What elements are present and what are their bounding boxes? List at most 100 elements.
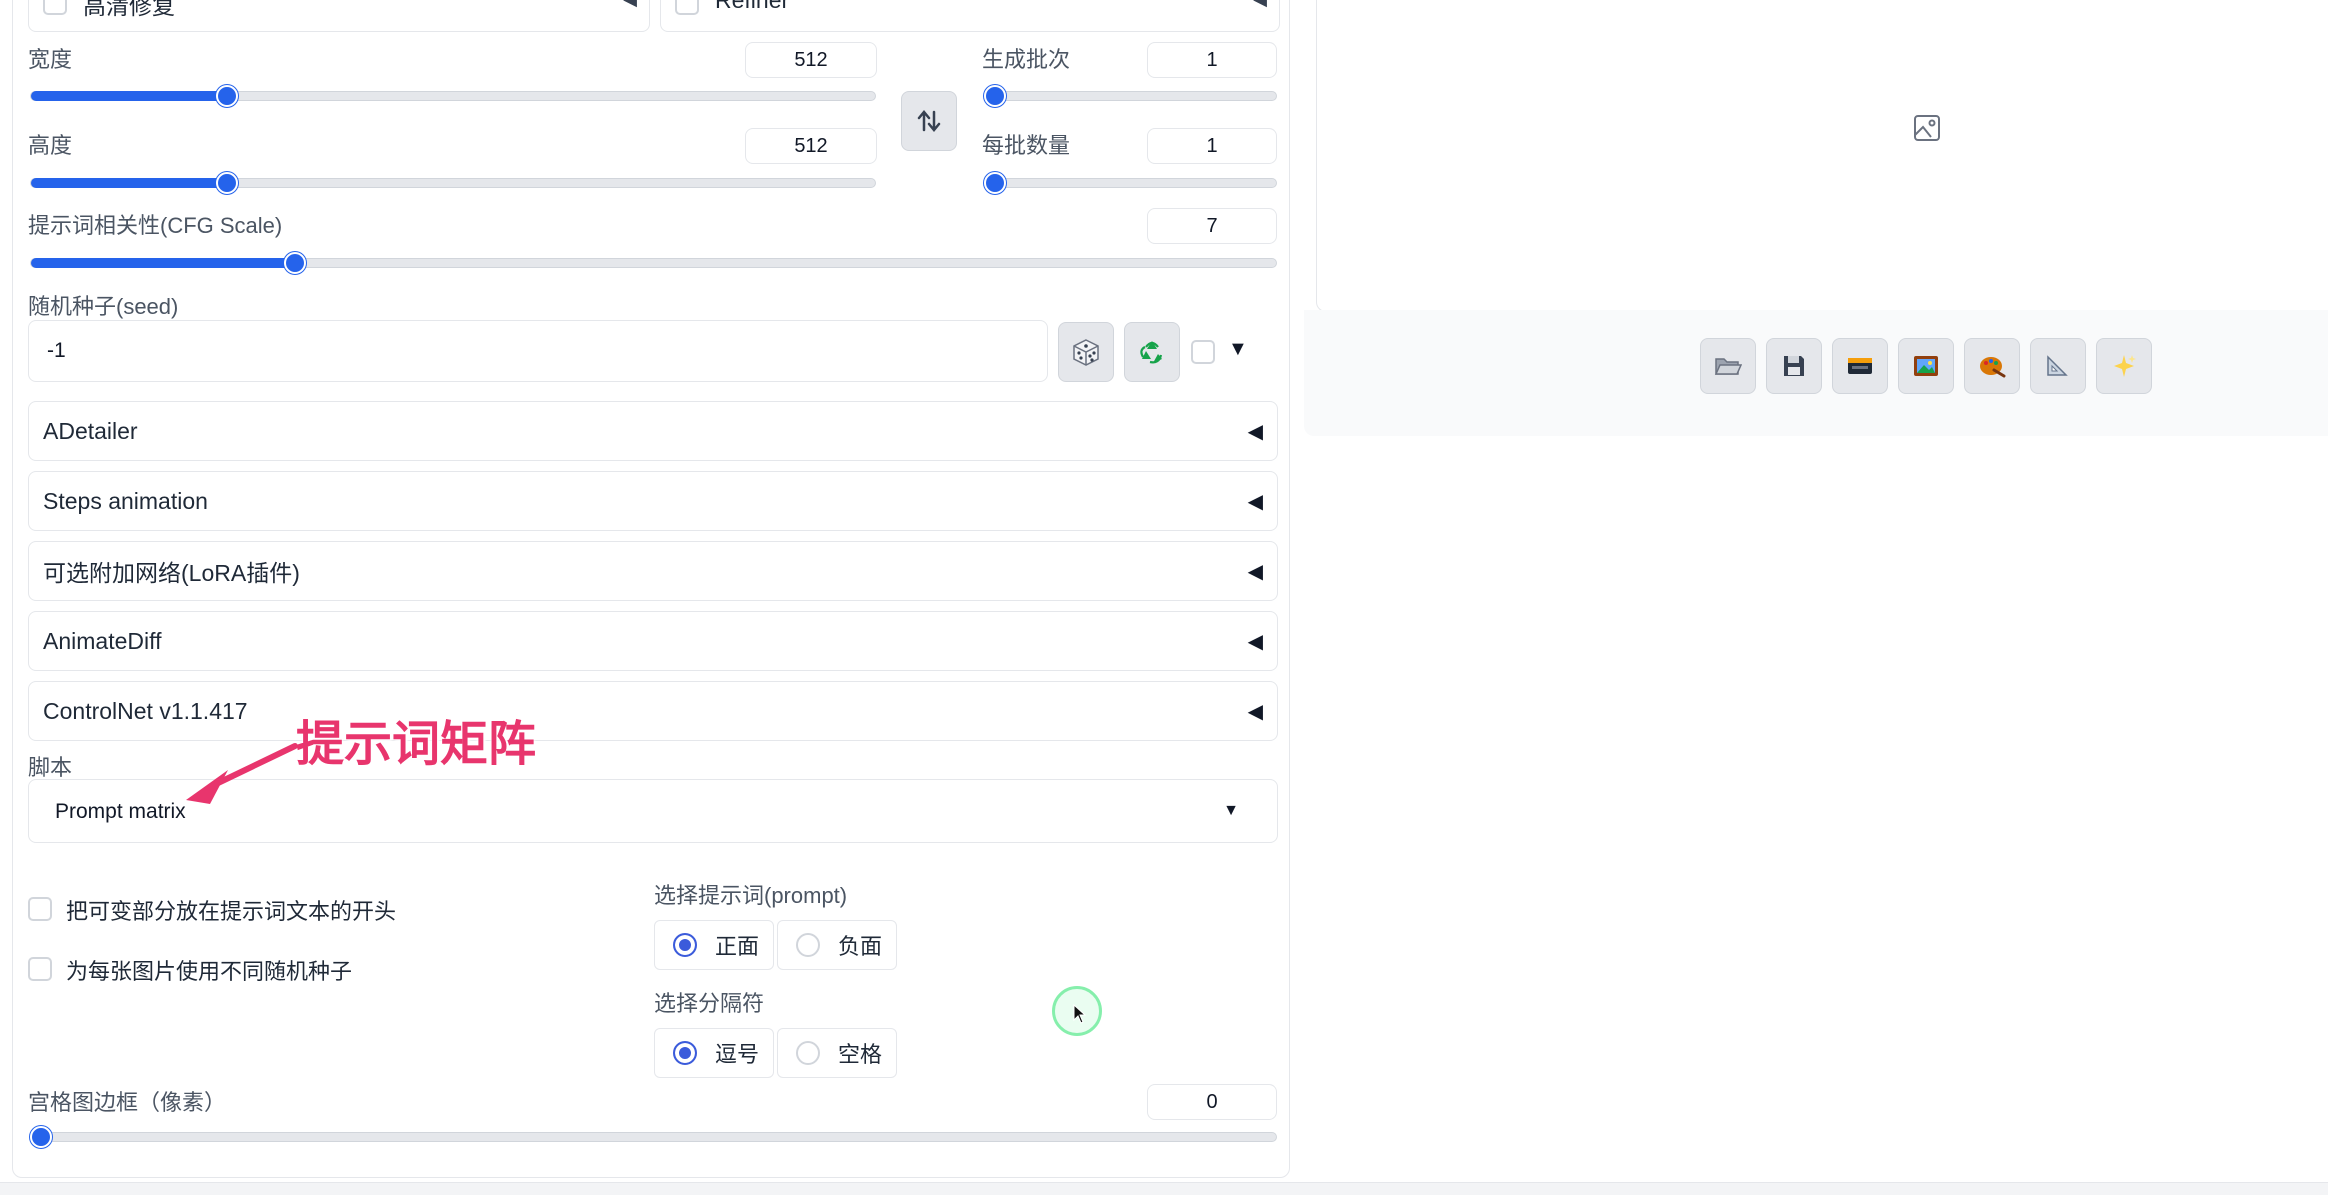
width-slider[interactable] — [30, 91, 876, 101]
batch-count-slider[interactable] — [984, 91, 1277, 101]
additional-networks-accordion[interactable]: 可选附加网络(LoRA插件) ◀ — [28, 541, 1278, 601]
script-label: 脚本 — [28, 755, 73, 780]
swap-dimensions-button[interactable] — [901, 91, 957, 151]
width-label: 宽度 — [28, 47, 73, 72]
hires-fix-label: 高清修复 — [83, 0, 175, 19]
random-seed-button[interactable] — [1058, 322, 1114, 382]
batch-size-slider[interactable] — [984, 178, 1277, 188]
controlnet-accordion[interactable]: ControlNet v1.1.417 ◀ — [28, 681, 1278, 741]
zip-icon — [1848, 358, 1872, 374]
adetailer-accordion[interactable]: ADetailer ◀ — [28, 401, 1278, 461]
seed-input[interactable]: -1 — [28, 320, 1048, 382]
save-icon — [1784, 356, 1804, 376]
accordion-label: 可选附加网络(LoRA插件) — [43, 560, 300, 586]
batch-count-slider-thumb[interactable] — [984, 85, 1006, 107]
extra-seed-checkbox[interactable] — [1191, 340, 1215, 364]
dropdown-arrow-icon: ▼ — [1223, 802, 1239, 819]
mouse-pointer-icon — [1073, 1004, 1087, 1024]
steps-animation-accordion[interactable]: Steps animation ◀ — [28, 471, 1278, 531]
zip-button[interactable] — [1832, 338, 1888, 394]
batch-size-slider-thumb[interactable] — [984, 172, 1006, 194]
batch-size-label: 每批数量 — [982, 133, 1071, 158]
send-to-img2img-icon — [1914, 356, 1938, 376]
batch-count-label: 生成批次 — [982, 47, 1071, 72]
different-seeds-label: 为每张图片使用不同随机种子 — [66, 959, 353, 984]
grid-margin-slider[interactable] — [30, 1132, 1277, 1142]
prompt-select-label: 选择提示词(prompt) — [654, 883, 848, 908]
cfg-input[interactable]: 7 — [1147, 208, 1277, 244]
separator-space-option[interactable]: 空格 — [777, 1028, 897, 1078]
refiner-label: Refiner — [715, 0, 790, 13]
prompt-positive-option[interactable]: 正面 — [654, 920, 774, 970]
different-seeds-checkbox[interactable] — [28, 957, 52, 981]
recycle-icon — [1140, 341, 1163, 364]
send-to-extras-button[interactable] — [2030, 338, 2086, 394]
hires-fix-checkbox[interactable] — [43, 0, 67, 15]
chevron-left-icon: ◀ — [1247, 421, 1263, 443]
reuse-seed-button[interactable] — [1124, 322, 1180, 382]
chevron-left-icon: ◀ — [1247, 491, 1263, 513]
cfg-slider-thumb[interactable] — [284, 252, 306, 274]
cfg-label: 提示词相关性(CFG Scale) — [28, 213, 283, 238]
variable-start-label: 把可变部分放在提示词文本的开头 — [66, 899, 397, 924]
separator-select-label: 选择分隔符 — [654, 991, 765, 1016]
annotation-text: 提示词矩阵 — [296, 716, 537, 772]
separator-comma-option[interactable]: 逗号 — [654, 1028, 774, 1078]
sparkle-icon — [2114, 355, 2136, 377]
open-folder-button[interactable] — [1700, 338, 1756, 394]
radio-unselected[interactable] — [796, 1041, 820, 1065]
width-slider-thumb[interactable] — [216, 85, 238, 107]
send-to-img2img-button[interactable] — [1898, 338, 1954, 394]
caret-down-icon[interactable]: ▼ — [1228, 338, 1248, 361]
batch-size-input[interactable]: 1 — [1147, 128, 1277, 164]
grid-margin-input[interactable]: 0 — [1147, 1084, 1277, 1120]
chevron-left-icon: ◀ — [1247, 561, 1263, 583]
prompt-negative-option[interactable]: 负面 — [777, 920, 897, 970]
image-placeholder-icon — [1914, 115, 1940, 141]
accordion-label: ADetailer — [43, 417, 138, 444]
option-label: 正面 — [715, 934, 760, 959]
send-to-inpaint-button[interactable] — [1964, 338, 2020, 394]
option-label: 逗号 — [715, 1042, 760, 1067]
grid-margin-slider-thumb[interactable] — [30, 1126, 52, 1148]
chevron-left-icon: ◀ — [1253, 0, 1267, 10]
radio-unselected[interactable] — [796, 933, 820, 957]
chevron-left-icon: ◀ — [1247, 631, 1263, 653]
swap-icon — [917, 110, 941, 132]
annotation-arrow-icon — [186, 743, 298, 804]
radio-selected[interactable] — [673, 933, 697, 957]
chevron-left-icon: ◀ — [623, 0, 637, 10]
height-label: 高度 — [28, 133, 73, 158]
accordion-label: AnimateDiff — [43, 627, 162, 654]
height-slider-thumb[interactable] — [216, 172, 238, 194]
batch-count-input[interactable]: 1 — [1147, 42, 1277, 78]
option-label: 空格 — [838, 1042, 883, 1067]
sparkle-button[interactable] — [2096, 338, 2152, 394]
save-button[interactable] — [1766, 338, 1822, 394]
variable-start-checkbox[interactable] — [28, 897, 52, 921]
dice-icon — [1073, 339, 1099, 366]
animatediff-accordion[interactable]: AnimateDiff ◀ — [28, 611, 1278, 671]
radio-selected[interactable] — [673, 1041, 697, 1065]
width-slider-fill — [31, 91, 228, 101]
height-slider-fill — [31, 178, 228, 188]
accordion-label: Steps animation — [43, 487, 208, 514]
bottom-bar — [0, 1182, 2328, 1195]
height-slider[interactable] — [30, 178, 876, 188]
width-input[interactable]: 512 — [745, 42, 877, 78]
height-input[interactable]: 512 — [745, 128, 877, 164]
seed-label: 随机种子(seed) — [28, 294, 179, 319]
output-image-area — [1316, 0, 2328, 312]
send-to-inpaint-icon — [1980, 357, 2006, 378]
chevron-left-icon: ◀ — [1247, 701, 1263, 723]
cfg-slider[interactable] — [30, 258, 1277, 268]
option-label: 负面 — [838, 934, 883, 959]
folder-icon — [1714, 358, 1742, 375]
refiner-accordion[interactable]: Refiner ◀ — [660, 0, 1280, 32]
script-selected-value: Prompt matrix — [55, 800, 186, 823]
send-to-extras-icon — [2047, 355, 2068, 376]
refiner-checkbox[interactable] — [675, 0, 699, 15]
accordion-label: ControlNet v1.1.417 — [43, 697, 248, 724]
hires-fix-accordion[interactable]: 高清修复 ◀ — [28, 0, 650, 32]
grid-margin-label: 宫格图边框（像素） — [28, 1090, 227, 1115]
